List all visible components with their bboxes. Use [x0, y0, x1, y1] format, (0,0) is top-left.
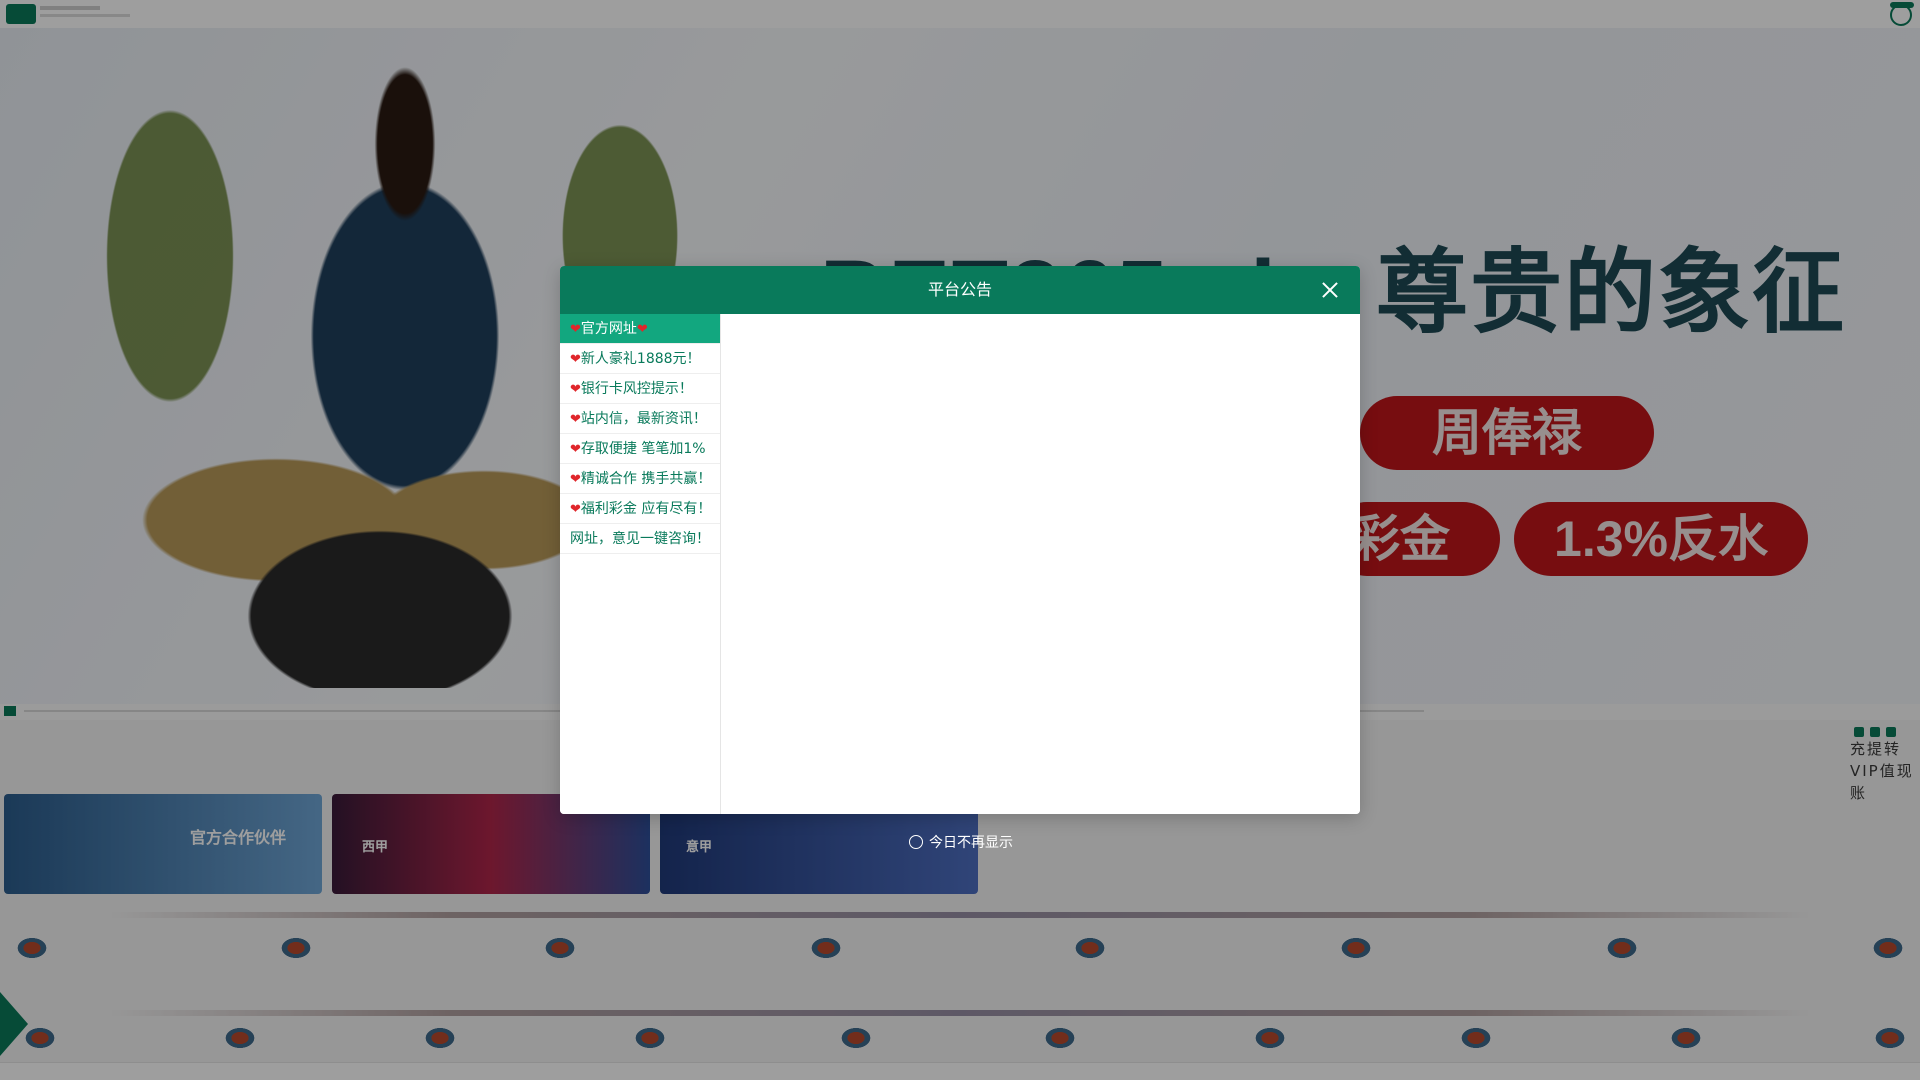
announcement-item-label: 精诚合作 携手共赢！ — [580, 471, 712, 487]
announcement-item-label: 站内信，最新资讯！ — [580, 411, 707, 427]
announcement-item-label: 存取便捷 笔笔加1% — [580, 441, 706, 457]
announcement-item-label: 新人豪礼1888元！ — [580, 351, 701, 367]
heart-icon: ❤ — [570, 352, 581, 367]
heart-icon: ❤ — [570, 502, 581, 517]
announcement-list: ❤官方网址❤ ❤新人豪礼1888元！ ❤银行卡风控提示！ ❤站内信，最新资讯！ … — [560, 314, 721, 814]
heart-icon: ❤ — [570, 472, 581, 487]
announcement-item-newbie-gift[interactable]: ❤新人豪礼1888元！ — [560, 344, 720, 374]
announcement-item-label: 福利彩金 应有尽有！ — [580, 501, 712, 517]
heart-icon: ❤ — [636, 322, 648, 337]
announcement-item-bank-risk[interactable]: ❤银行卡风控提示！ — [560, 374, 720, 404]
heart-icon: ❤ — [570, 442, 581, 457]
announcement-item-consult[interactable]: 网址，意见一键咨询！ — [560, 524, 720, 554]
heart-icon: ❤ — [570, 412, 581, 427]
close-icon[interactable] — [1318, 278, 1342, 302]
dont-show-today-toggle[interactable]: 今日不再显示 — [909, 832, 1013, 852]
dont-show-today-label: 今日不再显示 — [929, 835, 1013, 851]
announcement-item-label: 网址，意见一键咨询！ — [570, 531, 710, 547]
announcement-item-cooperation[interactable]: ❤精诚合作 携手共赢！ — [560, 464, 720, 494]
announcement-modal: 平台公告 ❤官方网址❤ ❤新人豪礼1888元！ ❤银行卡风控提示！ ❤站内信，最… — [560, 266, 1360, 814]
announcement-item-bonus[interactable]: ❤福利彩金 应有尽有！ — [560, 494, 720, 524]
announcement-item-label: 官方网址 — [580, 321, 637, 337]
modal-title: 平台公告 — [927, 280, 992, 299]
announcement-content — [721, 314, 1360, 814]
heart-icon: ❤ — [570, 322, 581, 337]
announcement-item-deposit[interactable]: ❤存取便捷 笔笔加1% — [560, 434, 720, 464]
announcement-item-label: 银行卡风控提示！ — [580, 381, 693, 397]
modal-header: 平台公告 — [560, 266, 1360, 314]
announcement-item-official-site[interactable]: ❤官方网址❤ — [560, 314, 720, 344]
heart-icon: ❤ — [570, 382, 581, 397]
announcement-item-messages[interactable]: ❤站内信，最新资讯！ — [560, 404, 720, 434]
radio-icon[interactable] — [909, 835, 923, 849]
